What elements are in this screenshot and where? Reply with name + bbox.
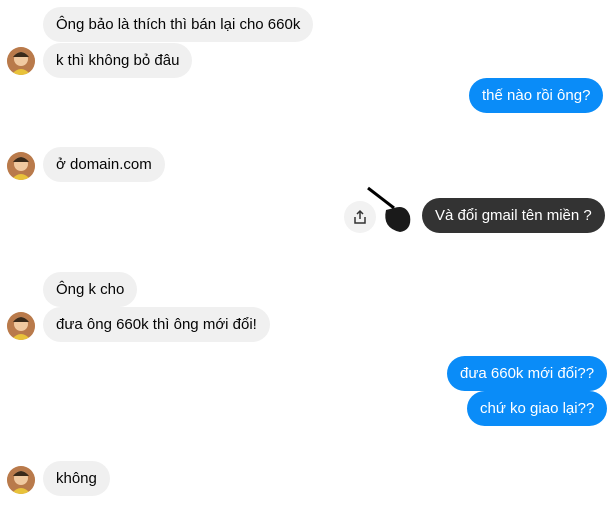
message-bubble-incoming[interactable]: k thì không bỏ đâu bbox=[43, 43, 193, 78]
avatar[interactable] bbox=[7, 47, 35, 75]
message-bubble-incoming[interactable]: không bbox=[43, 461, 110, 496]
message-bubble-incoming[interactable]: Ông k cho bbox=[43, 272, 138, 307]
message-bubble-outgoing[interactable]: Và đổi gmail tên miền ? bbox=[422, 198, 605, 233]
scribble-mark bbox=[367, 186, 411, 232]
message-bubble-outgoing[interactable]: đưa 660k mới đổi?? bbox=[447, 356, 608, 391]
message-bubble-incoming[interactable]: ở domain.com bbox=[43, 147, 165, 182]
message-bubble-outgoing[interactable]: thế nào rồi ông? bbox=[469, 78, 604, 113]
message-bubble-outgoing[interactable]: chứ ko giao lại?? bbox=[467, 391, 608, 426]
avatar[interactable] bbox=[7, 466, 35, 494]
avatar[interactable] bbox=[7, 312, 35, 340]
message-bubble-incoming[interactable]: đưa ông 660k thì ông mới đổi! bbox=[43, 307, 270, 342]
message-bubble-incoming[interactable]: Ông bảo là thích thì bán lại cho 660k bbox=[43, 7, 314, 42]
avatar[interactable] bbox=[7, 152, 35, 180]
